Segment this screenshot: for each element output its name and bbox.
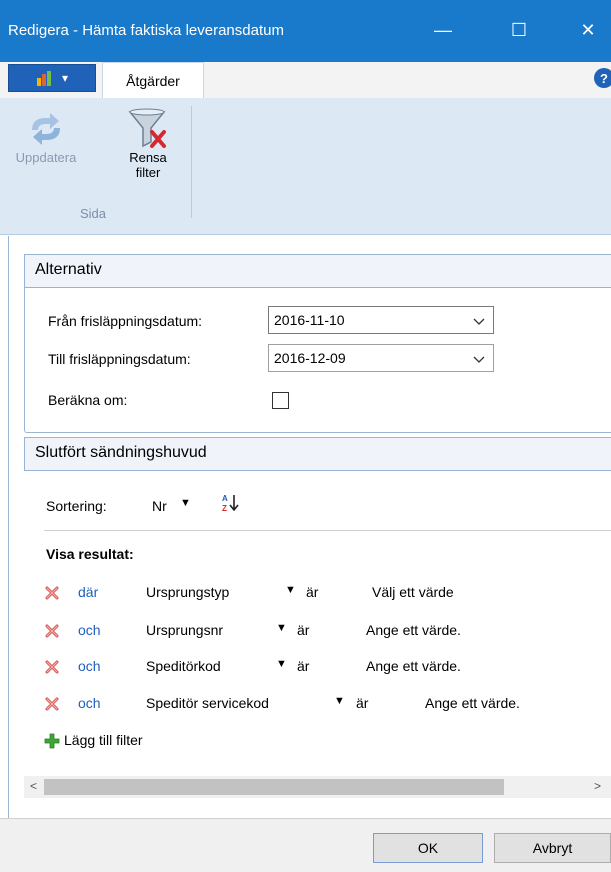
- to-date-label: Till frisläppningsdatum:: [48, 351, 191, 367]
- filter-field-dropdown-icon[interactable]: ▼: [285, 584, 296, 596]
- ribbon-group-separator: [191, 106, 192, 218]
- from-date-label: Från frisläppningsdatum:: [48, 313, 203, 329]
- filter-field[interactable]: Ursprungsnr: [146, 622, 223, 638]
- tab-atgarder[interactable]: Åtgärder: [102, 62, 204, 99]
- recalculate-label: Beräkna om:: [48, 392, 128, 408]
- sort-label: Sortering:: [46, 498, 107, 514]
- filter-conjunction[interactable]: och: [78, 622, 101, 638]
- app-menu-chevron-icon: ▾: [61, 71, 69, 85]
- filter-operator: är: [306, 584, 319, 600]
- ribbon: Uppdatera Rensa filter Sida: [0, 98, 611, 235]
- remove-filter-icon[interactable]: [44, 659, 60, 678]
- filter-operator: är: [297, 622, 310, 638]
- remove-filter-icon[interactable]: [44, 696, 60, 715]
- filter-field-dropdown-icon[interactable]: ▼: [334, 695, 345, 707]
- chevron-down-icon[interactable]: [473, 314, 485, 330]
- app-menu-button[interactable]: ▾: [8, 64, 96, 92]
- title-bar: Redigera - Hämta faktiska leveransdatum …: [0, 0, 611, 62]
- filter-row: och Speditör servicekod ▼ är Ange ett vä…: [0, 693, 611, 717]
- filter-field-dropdown-icon[interactable]: ▼: [276, 658, 287, 670]
- ribbon-tab-strip: ▾ Åtgärder ?: [0, 62, 611, 99]
- sort-dropdown-icon[interactable]: ▼: [180, 497, 191, 509]
- recalculate-checkbox[interactable]: [272, 392, 289, 409]
- plus-icon: [44, 733, 60, 752]
- clear-filter-button[interactable]: Rensa filter: [120, 106, 176, 180]
- sort-field-value[interactable]: Nr: [152, 498, 167, 514]
- filter-field-dropdown-icon[interactable]: ▼: [276, 622, 287, 634]
- filter-operator: är: [356, 695, 369, 711]
- alternativ-header-label: Alternativ: [35, 261, 102, 278]
- section-divider: [44, 530, 611, 531]
- filter-field[interactable]: Speditörkod: [146, 658, 221, 674]
- filter-value[interactable]: Ange ett värde.: [425, 695, 520, 711]
- filter-row: och Speditörkod ▼ är Ange ett värde.: [0, 656, 611, 680]
- horizontal-scrollbar[interactable]: < >: [24, 776, 611, 798]
- remove-filter-icon[interactable]: [44, 585, 60, 604]
- ribbon-group-label: Sida: [80, 206, 107, 221]
- filter-field[interactable]: Ursprungstyp: [146, 584, 229, 600]
- svg-text:Z: Z: [222, 504, 227, 513]
- help-icon[interactable]: ?: [594, 68, 611, 88]
- filter-row: och Ursprungsnr ▼ är Ange ett värde.: [0, 620, 611, 644]
- remove-filter-icon[interactable]: [44, 623, 60, 642]
- scrollbar-thumb[interactable]: [44, 779, 504, 795]
- filter-conjunction[interactable]: där: [78, 584, 98, 600]
- app-menu-icon: [36, 71, 51, 86]
- close-button[interactable]: ✕: [565, 10, 611, 50]
- filter-value[interactable]: Välj ett värde: [372, 584, 454, 600]
- filter-value[interactable]: Ange ett värde.: [366, 622, 461, 638]
- shipment-header-label: Slutfört sändningshuvud: [35, 444, 207, 461]
- filter-field[interactable]: Speditör servicekod: [146, 695, 269, 711]
- to-date-combo[interactable]: 2016-12-09: [268, 344, 494, 372]
- clear-filter-icon: [128, 108, 166, 148]
- refresh-button[interactable]: Uppdatera: [6, 106, 86, 165]
- refresh-button-label: Uppdatera: [15, 150, 77, 165]
- filter-value[interactable]: Ange ett värde.: [366, 658, 461, 674]
- filter-conjunction[interactable]: och: [78, 658, 101, 674]
- filter-operator: är: [297, 658, 310, 674]
- add-filter-label: Lägg till filter: [64, 732, 143, 748]
- filter-row: där Ursprungstyp ▼ är Välj ett värde: [0, 582, 611, 606]
- from-date-value: 2016-11-10: [274, 312, 345, 328]
- scroll-right-icon[interactable]: >: [594, 779, 601, 793]
- cancel-button[interactable]: Avbryt: [494, 833, 611, 863]
- filter-conjunction[interactable]: och: [78, 695, 101, 711]
- chevron-down-icon[interactable]: [473, 352, 485, 368]
- shipment-section-header[interactable]: Slutfört sändningshuvud: [24, 437, 611, 471]
- to-date-value: 2016-12-09: [274, 350, 346, 366]
- sort-direction-icon[interactable]: A Z: [220, 492, 242, 517]
- svg-text:A: A: [222, 494, 228, 503]
- minimize-button[interactable]: —: [420, 10, 466, 50]
- ok-button[interactable]: OK: [373, 833, 483, 863]
- show-results-label: Visa resultat:: [46, 546, 134, 562]
- scroll-left-icon[interactable]: <: [30, 779, 37, 793]
- maximize-button[interactable]: ☐: [496, 10, 542, 50]
- refresh-icon: [32, 113, 60, 145]
- window-title: Redigera - Hämta faktiska leveransdatum: [8, 22, 284, 39]
- from-date-combo[interactable]: 2016-11-10: [268, 306, 494, 334]
- clear-filter-button-label: Rensa filter: [129, 150, 167, 180]
- alternativ-section-header[interactable]: Alternativ: [24, 254, 611, 288]
- dialog-footer: OK Avbryt: [0, 818, 611, 872]
